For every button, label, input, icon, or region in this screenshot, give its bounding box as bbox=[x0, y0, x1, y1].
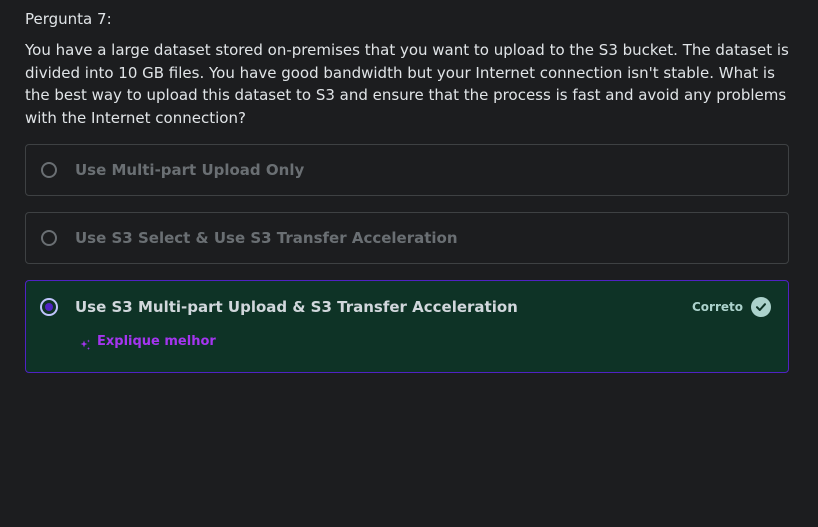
status-label: Correto bbox=[691, 300, 743, 314]
sparkle-icon bbox=[79, 336, 91, 350]
radio-button[interactable] bbox=[41, 162, 57, 178]
quiz-question-page: Pergunta 7: You have a large dataset sto… bbox=[0, 0, 818, 527]
question-number: Pergunta 7: bbox=[25, 10, 112, 28]
explain-more-button[interactable]: Explique melhor bbox=[79, 334, 216, 350]
answer-option[interactable]: Use Multi-part Upload Only bbox=[25, 144, 789, 196]
answer-option-label: Use S3 Select & Use S3 Transfer Accelera… bbox=[75, 229, 458, 247]
correct-status: Correto bbox=[692, 297, 771, 317]
answer-option-row: Use S3 Multi-part Upload & S3 Transfer A… bbox=[40, 297, 788, 317]
answer-option-correct[interactable]: Use S3 Multi-part Upload & S3 Transfer A… bbox=[25, 280, 789, 373]
radio-button[interactable] bbox=[41, 230, 57, 246]
radio-button-selected[interactable] bbox=[40, 298, 58, 316]
question-text: You have a large dataset stored on-premi… bbox=[25, 41, 789, 127]
answer-option[interactable]: Use S3 Select & Use S3 Transfer Accelera… bbox=[25, 212, 789, 264]
check-circle-icon bbox=[751, 297, 771, 317]
answer-option-label: Use S3 Multi-part Upload & S3 Transfer A… bbox=[75, 298, 518, 316]
answer-options: Use Multi-part Upload Only Use S3 Select… bbox=[25, 144, 789, 389]
answer-option-label: Use Multi-part Upload Only bbox=[75, 161, 305, 179]
explain-more-label: Explique melhor bbox=[97, 334, 216, 349]
